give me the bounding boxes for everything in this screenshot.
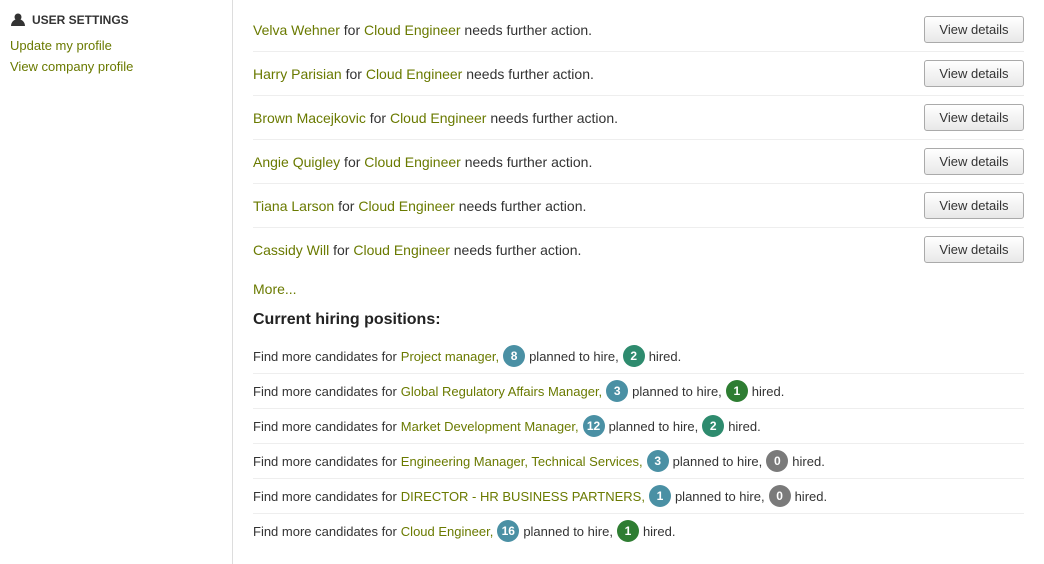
more-link[interactable]: More... bbox=[253, 281, 297, 297]
hired-label: hired. bbox=[649, 349, 682, 364]
notification-row: Harry Parisian for Cloud Engineer needs … bbox=[253, 52, 1024, 96]
person-link[interactable]: Tiana Larson bbox=[253, 198, 334, 214]
hiring-job-link[interactable]: Cloud Engineer, bbox=[401, 524, 494, 539]
person-link[interactable]: Brown Macejkovic bbox=[253, 110, 366, 126]
notification-text: Harry Parisian for Cloud Engineer needs … bbox=[253, 66, 594, 82]
hiring-prefix: Find more candidates for bbox=[253, 419, 397, 434]
job-link[interactable]: Cloud Engineer bbox=[364, 154, 461, 170]
hired-label: hired. bbox=[795, 489, 828, 504]
job-link[interactable]: Cloud Engineer bbox=[390, 110, 487, 126]
notification-row: Cassidy Will for Cloud Engineer needs fu… bbox=[253, 228, 1024, 271]
hired-label: hired. bbox=[752, 384, 785, 399]
planned-badge: 3 bbox=[606, 380, 628, 402]
sidebar: USER SETTINGS Update my profile View com… bbox=[0, 0, 233, 564]
hiring-prefix: Find more candidates for bbox=[253, 454, 397, 469]
planned-label: planned to hire, bbox=[632, 384, 722, 399]
update-profile-link[interactable]: Update my profile bbox=[10, 38, 222, 53]
hiring-row: Find more candidates for Engineering Man… bbox=[253, 444, 1024, 479]
hired-badge: 2 bbox=[702, 415, 724, 437]
planned-badge: 8 bbox=[503, 345, 525, 367]
hired-label: hired. bbox=[643, 524, 676, 539]
person-link[interactable]: Angie Quigley bbox=[253, 154, 340, 170]
hiring-job-link[interactable]: DIRECTOR - HR BUSINESS PARTNERS, bbox=[401, 489, 645, 504]
notification-text: Tiana Larson for Cloud Engineer needs fu… bbox=[253, 198, 586, 214]
hiring-section-title: Current hiring positions: bbox=[253, 311, 1024, 329]
notification-row: Velva Wehner for Cloud Engineer needs fu… bbox=[253, 8, 1024, 52]
sidebar-header: USER SETTINGS bbox=[10, 12, 222, 28]
hiring-prefix: Find more candidates for bbox=[253, 349, 397, 364]
job-link[interactable]: Cloud Engineer bbox=[358, 198, 455, 214]
planned-label: planned to hire, bbox=[673, 454, 763, 469]
person-link[interactable]: Cassidy Will bbox=[253, 242, 329, 258]
notification-text: Angie Quigley for Cloud Engineer needs f… bbox=[253, 154, 592, 170]
hiring-row: Find more candidates for Project manager… bbox=[253, 339, 1024, 374]
hiring-job-link[interactable]: Project manager, bbox=[401, 349, 499, 364]
view-details-button[interactable]: View details bbox=[924, 236, 1024, 263]
planned-badge: 3 bbox=[647, 450, 669, 472]
hiring-job-link[interactable]: Engineering Manager, Technical Services, bbox=[401, 454, 643, 469]
hired-badge: 1 bbox=[726, 380, 748, 402]
notification-text: Cassidy Will for Cloud Engineer needs fu… bbox=[253, 242, 581, 258]
view-details-button[interactable]: View details bbox=[924, 60, 1024, 87]
user-icon bbox=[10, 12, 26, 28]
notification-text: Velva Wehner for Cloud Engineer needs fu… bbox=[253, 22, 592, 38]
hired-badge: 0 bbox=[769, 485, 791, 507]
view-details-button[interactable]: View details bbox=[924, 148, 1024, 175]
hiring-job-link[interactable]: Market Development Manager, bbox=[401, 419, 579, 434]
hiring-job-link[interactable]: Global Regulatory Affairs Manager, bbox=[401, 384, 602, 399]
view-details-button[interactable]: View details bbox=[924, 104, 1024, 131]
hired-badge: 1 bbox=[617, 520, 639, 542]
hiring-list: Find more candidates for Project manager… bbox=[253, 339, 1024, 548]
planned-badge: 1 bbox=[649, 485, 671, 507]
view-details-button[interactable]: View details bbox=[924, 192, 1024, 219]
job-link[interactable]: Cloud Engineer bbox=[364, 22, 461, 38]
view-company-profile-link[interactable]: View company profile bbox=[10, 59, 222, 74]
hired-badge: 0 bbox=[766, 450, 788, 472]
notification-row: Brown Macejkovic for Cloud Engineer need… bbox=[253, 96, 1024, 140]
hired-label: hired. bbox=[728, 419, 761, 434]
job-link[interactable]: Cloud Engineer bbox=[353, 242, 450, 258]
job-link[interactable]: Cloud Engineer bbox=[366, 66, 463, 82]
main-content: Velva Wehner for Cloud Engineer needs fu… bbox=[233, 0, 1044, 564]
planned-label: planned to hire, bbox=[529, 349, 619, 364]
planned-label: planned to hire, bbox=[523, 524, 613, 539]
planned-label: planned to hire, bbox=[675, 489, 765, 504]
hiring-row: Find more candidates for Cloud Engineer,… bbox=[253, 514, 1024, 548]
hiring-row: Find more candidates for Market Developm… bbox=[253, 409, 1024, 444]
sidebar-title: USER SETTINGS bbox=[32, 13, 129, 27]
person-link[interactable]: Velva Wehner bbox=[253, 22, 340, 38]
planned-badge: 12 bbox=[583, 415, 605, 437]
hiring-prefix: Find more candidates for bbox=[253, 384, 397, 399]
view-details-button[interactable]: View details bbox=[924, 16, 1024, 43]
hired-label: hired. bbox=[792, 454, 825, 469]
notification-row: Angie Quigley for Cloud Engineer needs f… bbox=[253, 140, 1024, 184]
notification-row: Tiana Larson for Cloud Engineer needs fu… bbox=[253, 184, 1024, 228]
hiring-row: Find more candidates for Global Regulato… bbox=[253, 374, 1024, 409]
person-link[interactable]: Harry Parisian bbox=[253, 66, 342, 82]
notifications-list: Velva Wehner for Cloud Engineer needs fu… bbox=[253, 8, 1024, 271]
hired-badge: 2 bbox=[623, 345, 645, 367]
notification-text: Brown Macejkovic for Cloud Engineer need… bbox=[253, 110, 618, 126]
hiring-prefix: Find more candidates for bbox=[253, 524, 397, 539]
hiring-prefix: Find more candidates for bbox=[253, 489, 397, 504]
planned-label: planned to hire, bbox=[609, 419, 699, 434]
planned-badge: 16 bbox=[497, 520, 519, 542]
hiring-row: Find more candidates for DIRECTOR - HR B… bbox=[253, 479, 1024, 514]
